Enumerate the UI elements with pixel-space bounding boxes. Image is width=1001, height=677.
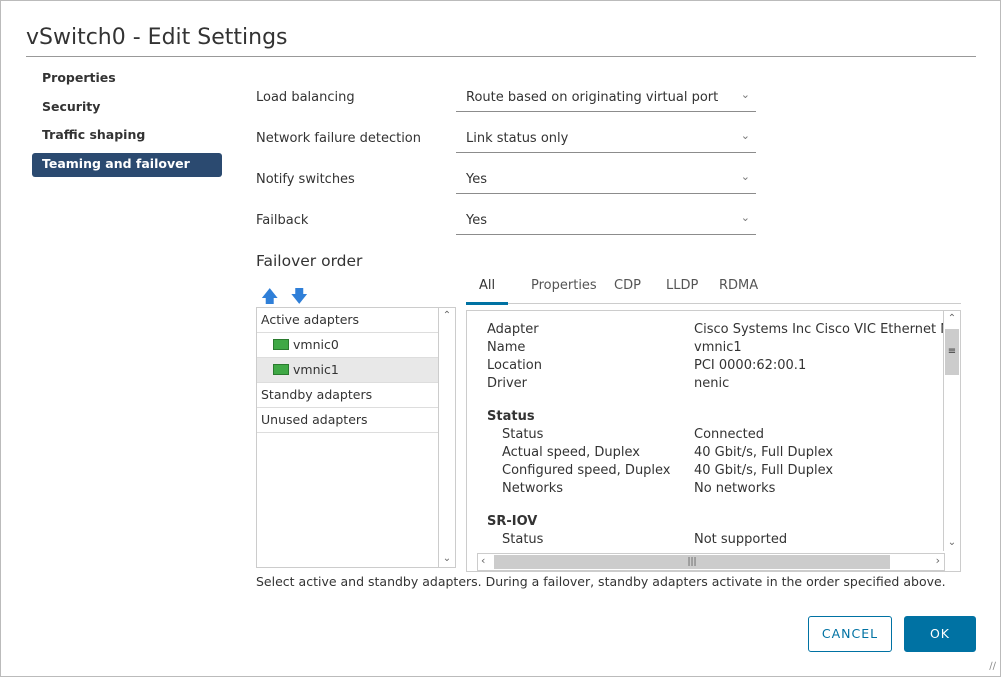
help-text: Select active and standby adapters. Duri… (256, 574, 946, 589)
detail-key: Networks (502, 481, 564, 496)
details-horizontal-scrollbar[interactable]: ‹ ||| › (477, 553, 945, 571)
notify-switches-row: Notify switches Yes ⌄ (256, 165, 756, 195)
tab-cdp[interactable]: CDP (614, 278, 641, 293)
resize-grip-icon[interactable]: ∕∕ (989, 661, 996, 672)
tab-properties[interactable]: Properties (531, 278, 597, 293)
failback-row: Failback Yes ⌄ (256, 206, 756, 236)
scroll-down-icon[interactable]: ⌄ (944, 535, 960, 551)
load-balancing-row: Load balancing Route based on originatin… (256, 83, 756, 113)
failback-value: Yes (466, 213, 487, 228)
settings-nav: Properties Security Traffic shaping Team… (32, 67, 222, 181)
detail-key: Adapter (487, 322, 539, 337)
detail-adapter: Adapter Cisco Systems Inc Cisco VIC Ether… (487, 322, 960, 340)
detail-value: Not supported (694, 532, 788, 547)
notify-switches-value: Yes (466, 172, 487, 187)
load-balancing-select[interactable]: Route based on originating virtual port ⌄ (456, 83, 756, 112)
move-down-arrow-icon[interactable]: 🡇 (290, 287, 307, 307)
scroll-up-icon[interactable]: ⌃ (944, 311, 960, 327)
tab-rdma[interactable]: RDMA (719, 278, 758, 293)
failure-detection-value: Link status only (466, 131, 569, 146)
detail-location: Location PCI 0000:62:00.1 (487, 358, 947, 376)
section-heading: Status (487, 409, 535, 424)
notify-switches-select[interactable]: Yes ⌄ (456, 165, 756, 194)
details-tabs: All Properties CDP LLDP RDMA (466, 271, 961, 305)
nic-name: vmnic1 (293, 362, 339, 377)
scroll-thumb[interactable]: ||| (494, 555, 890, 569)
edit-settings-dialog: vSwitch0 - Edit Settings Properties Secu… (0, 0, 1001, 677)
detail-key: Name (487, 340, 526, 355)
detail-driver: Driver nenic (487, 376, 947, 394)
load-balancing-label: Load balancing (256, 90, 355, 105)
list-item-vmnic0[interactable]: vmnic0 (257, 333, 438, 358)
detail-networks: Networks No networks (487, 481, 947, 499)
group-standby-adapters: Standby adapters (257, 383, 438, 408)
detail-sriov-status: Status Not supported (487, 532, 947, 550)
detail-value: vmnic1 (694, 340, 742, 355)
failure-detection-select[interactable]: Link status only ⌄ (456, 124, 756, 153)
group-active-adapters: Active adapters (257, 308, 438, 333)
nav-item-traffic-shaping[interactable]: Traffic shaping (32, 124, 222, 148)
detail-actual-speed: Actual speed, Duplex 40 Gbit/s, Full Dupl… (487, 445, 947, 463)
network-card-icon (273, 339, 289, 350)
section-sriov: SR-IOV (487, 514, 947, 532)
dialog-title: vSwitch0 - Edit Settings (26, 25, 288, 50)
nic-name: vmnic0 (293, 337, 339, 352)
detail-value: 40 Gbit/s, Full Duplex (694, 445, 834, 460)
scroll-right-icon[interactable]: › (936, 554, 940, 567)
section-heading: SR-IOV (487, 514, 538, 529)
detail-key: Configured speed, Duplex (502, 463, 671, 478)
failback-label: Failback (256, 213, 309, 228)
detail-status: Status Connected (487, 427, 947, 445)
failback-select[interactable]: Yes ⌄ (456, 206, 756, 235)
network-card-icon (273, 364, 289, 375)
scroll-thumb[interactable]: ≡ (945, 329, 959, 375)
adapter-details-panel: Adapter Cisco Systems Inc Cisco VIC Ether… (466, 310, 961, 572)
chevron-down-icon: ⌄ (740, 129, 750, 142)
failover-order-title: Failover order (256, 252, 363, 270)
detail-key: Status (502, 532, 544, 547)
title-divider (26, 56, 976, 57)
nav-item-teaming-and-failover[interactable]: Teaming and failover (32, 152, 222, 177)
failure-detection-label: Network failure detection (256, 131, 422, 146)
scroll-down-icon[interactable]: ⌄ (439, 551, 455, 567)
load-balancing-value: Route based on originating virtual port (466, 90, 719, 105)
details-vertical-scrollbar[interactable]: ⌃ ≡ ⌄ (943, 311, 960, 551)
chevron-down-icon: ⌄ (740, 88, 750, 101)
adapter-order-list: Active adapters vmnic0 vmnic1 Standby ad… (256, 307, 456, 568)
ok-button[interactable]: OK (904, 616, 976, 652)
scroll-left-icon[interactable]: ‹ (481, 554, 485, 567)
cancel-button[interactable]: CANCEL (808, 616, 892, 652)
detail-key: Location (487, 358, 542, 373)
detail-value: No networks (694, 481, 776, 496)
chevron-down-icon: ⌄ (740, 170, 750, 183)
detail-key: Actual speed, Duplex (502, 445, 640, 460)
tab-all[interactable]: All (466, 278, 509, 305)
list-scrollbar[interactable]: ⌃ ⌄ (438, 308, 455, 567)
detail-value: nenic (694, 376, 730, 391)
detail-key: Status (502, 427, 544, 442)
nav-item-security[interactable]: Security (32, 96, 222, 120)
tab-lldp[interactable]: LLDP (666, 278, 698, 293)
detail-name: Name vmnic1 (487, 340, 947, 358)
scroll-up-icon[interactable]: ⌃ (439, 308, 455, 324)
section-status: Status (487, 409, 947, 427)
failure-detection-row: Network failure detection Link status on… (256, 124, 756, 154)
detail-configured-speed: Configured speed, Duplex 40 Gbit/s, Full … (487, 463, 947, 481)
detail-value: Connected (694, 427, 765, 442)
chevron-down-icon: ⌄ (740, 211, 750, 224)
move-up-arrow-icon[interactable]: 🡅 (261, 287, 278, 307)
nav-item-properties[interactable]: Properties (32, 67, 222, 91)
detail-value: 40 Gbit/s, Full Duplex (694, 463, 834, 478)
detail-value: PCI 0000:62:00.1 (694, 358, 807, 373)
detail-key: Driver (487, 376, 528, 391)
notify-switches-label: Notify switches (256, 172, 355, 187)
list-item-vmnic1[interactable]: vmnic1 (257, 358, 438, 383)
group-unused-adapters: Unused adapters (257, 408, 438, 433)
detail-value: Cisco Systems Inc Cisco VIC Ethernet NIC (694, 322, 961, 337)
